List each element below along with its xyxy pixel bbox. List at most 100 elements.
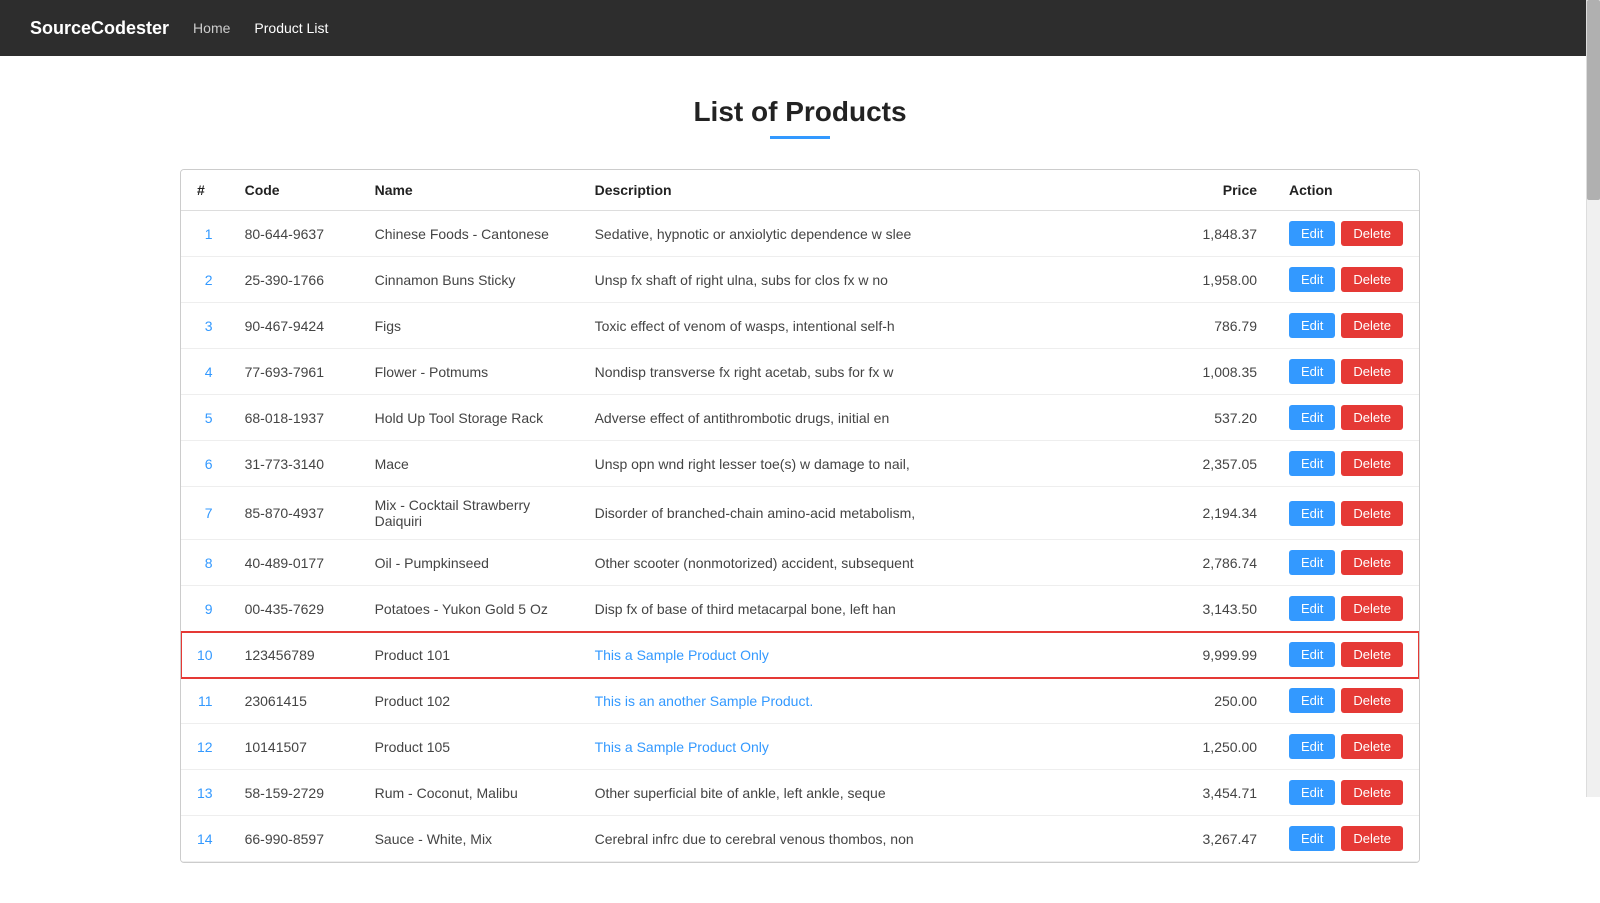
table-row: 840-489-0177Oil - PumpkinseedOther scoot…: [181, 540, 1419, 586]
cell-name: Product 105: [359, 724, 579, 770]
cell-desc: Unsp opn wnd right lesser toe(s) w damag…: [579, 441, 1173, 487]
delete-button[interactable]: Delete: [1341, 596, 1403, 621]
cell-code: 123456789: [229, 632, 359, 678]
navbar-brand[interactable]: SourceCodester: [30, 18, 169, 39]
cell-code: 80-644-9637: [229, 211, 359, 257]
delete-button[interactable]: Delete: [1341, 359, 1403, 384]
navbar-link-product-list[interactable]: Product List: [254, 20, 328, 36]
cell-price: 1,008.35: [1173, 349, 1273, 395]
cell-desc: Nondisp transverse fx right acetab, subs…: [579, 349, 1173, 395]
delete-button[interactable]: Delete: [1341, 267, 1403, 292]
cell-num: 8: [181, 540, 229, 586]
cell-code: 31-773-3140: [229, 441, 359, 487]
cell-num: 3: [181, 303, 229, 349]
table-row: 225-390-1766Cinnamon Buns StickyUnsp fx …: [181, 257, 1419, 303]
edit-button[interactable]: Edit: [1289, 826, 1335, 851]
edit-button[interactable]: Edit: [1289, 451, 1335, 476]
delete-button[interactable]: Delete: [1341, 313, 1403, 338]
delete-button[interactable]: Delete: [1341, 734, 1403, 759]
table-row: 10123456789Product 101This a Sample Prod…: [181, 632, 1419, 678]
cell-name: Chinese Foods - Cantonese: [359, 211, 579, 257]
col-header-num: #: [181, 170, 229, 211]
cell-price: 2,357.05: [1173, 441, 1273, 487]
cell-action: EditDelete: [1273, 724, 1419, 770]
delete-button[interactable]: Delete: [1341, 221, 1403, 246]
navbar-link-home[interactable]: Home: [193, 20, 230, 36]
col-header-action: Action: [1273, 170, 1419, 211]
cell-name: Rum - Coconut, Malibu: [359, 770, 579, 816]
cell-action: EditDelete: [1273, 816, 1419, 862]
scrollbar-track[interactable]: [1586, 0, 1600, 797]
edit-button[interactable]: Edit: [1289, 313, 1335, 338]
table-row: 1466-990-8597Sauce - White, MixCerebral …: [181, 816, 1419, 862]
table-row: 390-467-9424FigsToxic effect of venom of…: [181, 303, 1419, 349]
edit-button[interactable]: Edit: [1289, 780, 1335, 805]
edit-button[interactable]: Edit: [1289, 359, 1335, 384]
edit-button[interactable]: Edit: [1289, 734, 1335, 759]
cell-name: Figs: [359, 303, 579, 349]
delete-button[interactable]: Delete: [1341, 550, 1403, 575]
cell-name: Mix - Cocktail Strawberry Daiquiri: [359, 487, 579, 540]
col-header-price: Price: [1173, 170, 1273, 211]
edit-button[interactable]: Edit: [1289, 267, 1335, 292]
delete-button[interactable]: Delete: [1341, 451, 1403, 476]
edit-button[interactable]: Edit: [1289, 550, 1335, 575]
cell-code: 77-693-7961: [229, 349, 359, 395]
cell-price: 3,267.47: [1173, 816, 1273, 862]
cell-name: Potatoes - Yukon Gold 5 Oz: [359, 586, 579, 632]
cell-price: 1,250.00: [1173, 724, 1273, 770]
delete-button[interactable]: Delete: [1341, 688, 1403, 713]
table-header-row: # Code Name Description Price Action: [181, 170, 1419, 211]
edit-button[interactable]: Edit: [1289, 596, 1335, 621]
cell-price: 3,454.71: [1173, 770, 1273, 816]
cell-desc: Disorder of branched-chain amino-acid me…: [579, 487, 1173, 540]
table-row: 568-018-1937Hold Up Tool Storage RackAdv…: [181, 395, 1419, 441]
cell-name: Mace: [359, 441, 579, 487]
cell-num: 12: [181, 724, 229, 770]
cell-desc: Other superficial bite of ankle, left an…: [579, 770, 1173, 816]
cell-num: 1: [181, 211, 229, 257]
edit-button[interactable]: Edit: [1289, 501, 1335, 526]
cell-action: EditDelete: [1273, 441, 1419, 487]
cell-desc: Other scooter (nonmotorized) accident, s…: [579, 540, 1173, 586]
delete-button[interactable]: Delete: [1341, 780, 1403, 805]
cell-name: Product 101: [359, 632, 579, 678]
delete-button[interactable]: Delete: [1341, 501, 1403, 526]
title-underline: [770, 136, 830, 139]
page-title: List of Products: [180, 96, 1420, 128]
cell-num: 5: [181, 395, 229, 441]
delete-button[interactable]: Delete: [1341, 642, 1403, 667]
edit-button[interactable]: Edit: [1289, 221, 1335, 246]
cell-code: 58-159-2729: [229, 770, 359, 816]
delete-button[interactable]: Delete: [1341, 405, 1403, 430]
cell-num: 7: [181, 487, 229, 540]
cell-price: 2,194.34: [1173, 487, 1273, 540]
cell-action: EditDelete: [1273, 257, 1419, 303]
cell-name: Product 102: [359, 678, 579, 724]
cell-price: 537.20: [1173, 395, 1273, 441]
cell-desc: Sedative, hypnotic or anxiolytic depende…: [579, 211, 1173, 257]
table-row: 477-693-7961Flower - PotmumsNondisp tran…: [181, 349, 1419, 395]
delete-button[interactable]: Delete: [1341, 826, 1403, 851]
cell-code: 10141507: [229, 724, 359, 770]
cell-code: 66-990-8597: [229, 816, 359, 862]
cell-desc: This a Sample Product Only: [579, 724, 1173, 770]
edit-button[interactable]: Edit: [1289, 688, 1335, 713]
scrollbar-thumb[interactable]: [1587, 0, 1600, 200]
edit-button[interactable]: Edit: [1289, 405, 1335, 430]
edit-button[interactable]: Edit: [1289, 642, 1335, 667]
cell-num: 2: [181, 257, 229, 303]
cell-action: EditDelete: [1273, 678, 1419, 724]
main-content: List of Products # Code Name Description…: [100, 56, 1500, 903]
product-table: # Code Name Description Price Action 180…: [181, 170, 1419, 862]
cell-code: 68-018-1937: [229, 395, 359, 441]
cell-name: Oil - Pumpkinseed: [359, 540, 579, 586]
cell-action: EditDelete: [1273, 770, 1419, 816]
cell-desc: This a Sample Product Only: [579, 632, 1173, 678]
cell-name: Flower - Potmums: [359, 349, 579, 395]
cell-code: 25-390-1766: [229, 257, 359, 303]
col-header-name: Name: [359, 170, 579, 211]
cell-price: 1,958.00: [1173, 257, 1273, 303]
cell-num: 11: [181, 678, 229, 724]
cell-action: EditDelete: [1273, 395, 1419, 441]
